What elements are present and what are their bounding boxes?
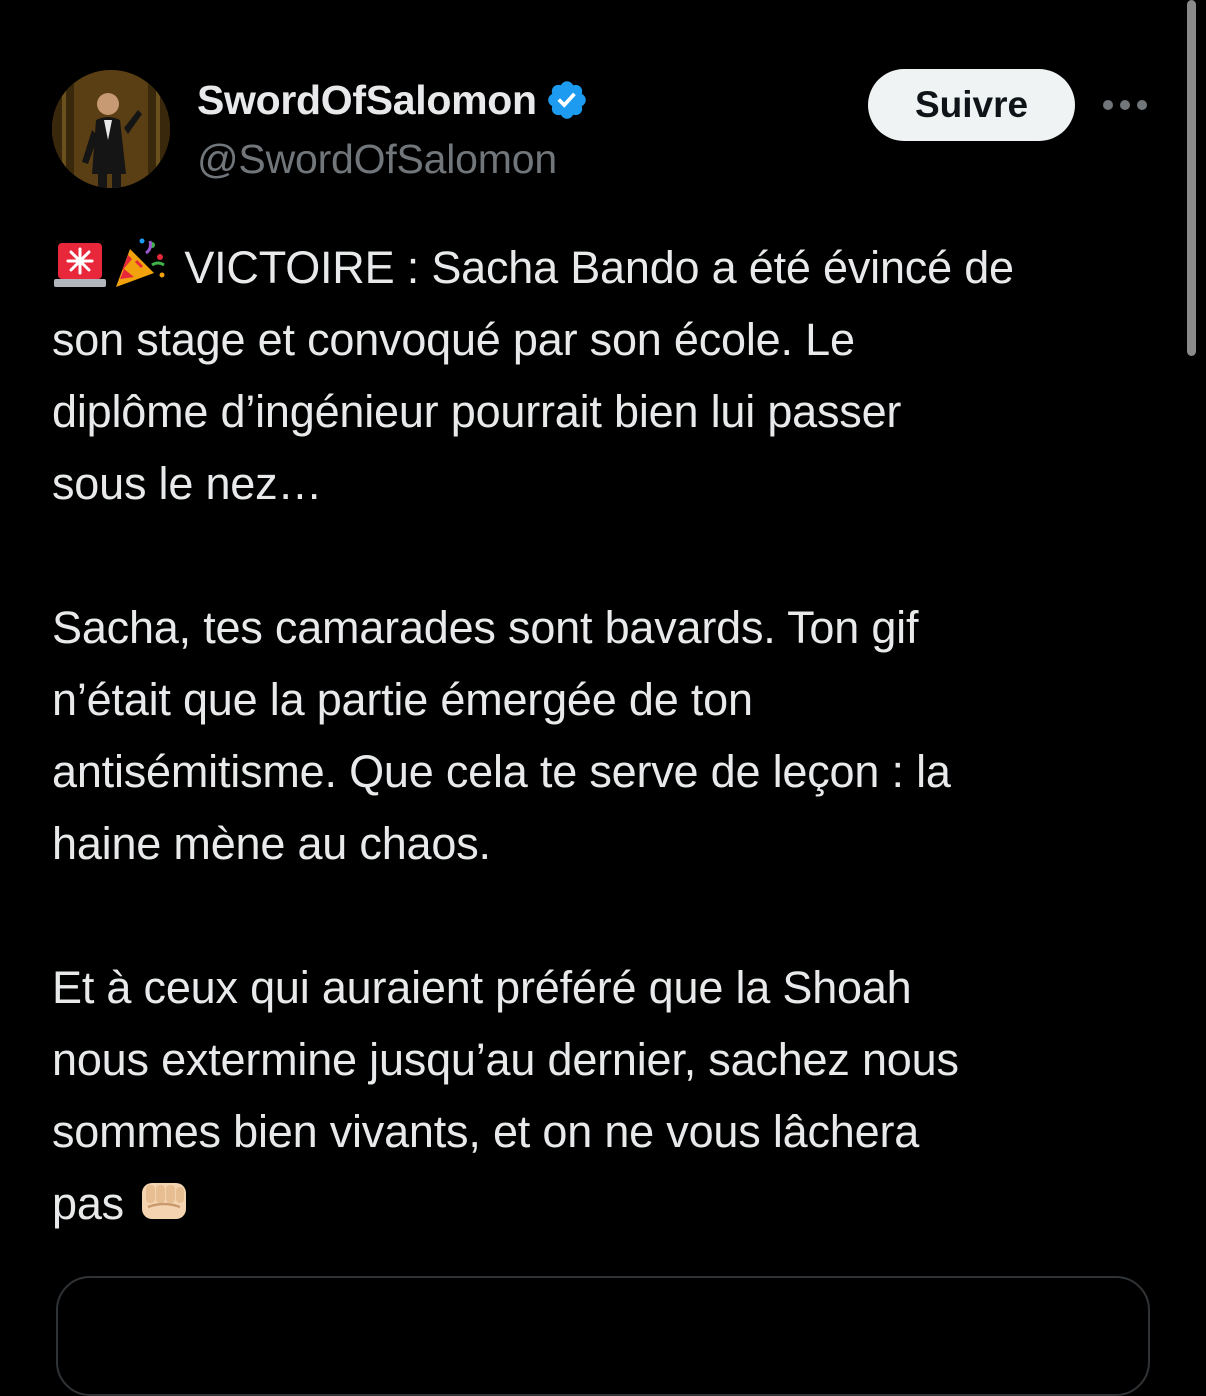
- avatar-image: [52, 70, 170, 188]
- tweet: SwordOfSalomon @SwordOfSalomon Suivre VI…: [0, 0, 1206, 1396]
- paragraph-1: VICTOIRE : Sacha Bando a été évincé de s…: [52, 232, 1162, 520]
- user-handle[interactable]: @SwordOfSalomon: [197, 136, 589, 183]
- paragraph-1-line-3: diplôme d’ingénieur pourrait bien lui pa…: [52, 386, 902, 437]
- paragraph-2-line-3: antisémitisme. Que cela te serve de leço…: [52, 746, 951, 797]
- paragraph-3-line-3: sommes bien vivants, et on ne vous lâche…: [52, 1106, 920, 1157]
- embedded-card[interactable]: [56, 1276, 1150, 1396]
- name-row: SwordOfSalomon: [197, 72, 589, 128]
- avatar[interactable]: [52, 70, 170, 188]
- follow-button[interactable]: Suivre: [868, 69, 1075, 141]
- paragraph-3: Et à ceux qui auraient préféré que la Sh…: [52, 952, 1162, 1240]
- party-popper-icon: [112, 235, 168, 291]
- oncoming-fist-icon: [136, 1171, 192, 1227]
- paragraph-2-line-1: Sacha, tes camarades sont bavards. Ton g…: [52, 602, 919, 653]
- tweet-text: VICTOIRE : Sacha Bando a été évincé de s…: [52, 232, 1162, 1240]
- paragraph-1-line-4: sous le nez…: [52, 458, 323, 509]
- paragraph-2-line-4: haine mène au chaos.: [52, 818, 491, 869]
- paragraph-3-line-4: pas: [52, 1178, 124, 1229]
- paragraph-2-line-2: n’était que la partie émergée de ton: [52, 674, 753, 725]
- paragraph-2: Sacha, tes camarades sont bavards. Ton g…: [52, 592, 1162, 880]
- paragraph-1-line-1: VICTOIRE : Sacha Bando a été évincé de: [184, 242, 1014, 293]
- paragraph-3-line-1: Et à ceux qui auraient préféré que la Sh…: [52, 962, 912, 1013]
- more-horizontal-icon[interactable]: [1100, 92, 1150, 118]
- scrollbar[interactable]: [1187, 0, 1196, 356]
- author-info: SwordOfSalomon @SwordOfSalomon: [197, 72, 589, 183]
- paragraph-3-line-2: nous extermine jusqu’au dernier, sachez …: [52, 1034, 959, 1085]
- verified-badge-icon: [545, 78, 589, 122]
- rotating-light-icon: [52, 235, 108, 291]
- paragraph-1-line-2: son stage et convoqué par son école. Le: [52, 314, 855, 365]
- display-name[interactable]: SwordOfSalomon: [197, 77, 537, 124]
